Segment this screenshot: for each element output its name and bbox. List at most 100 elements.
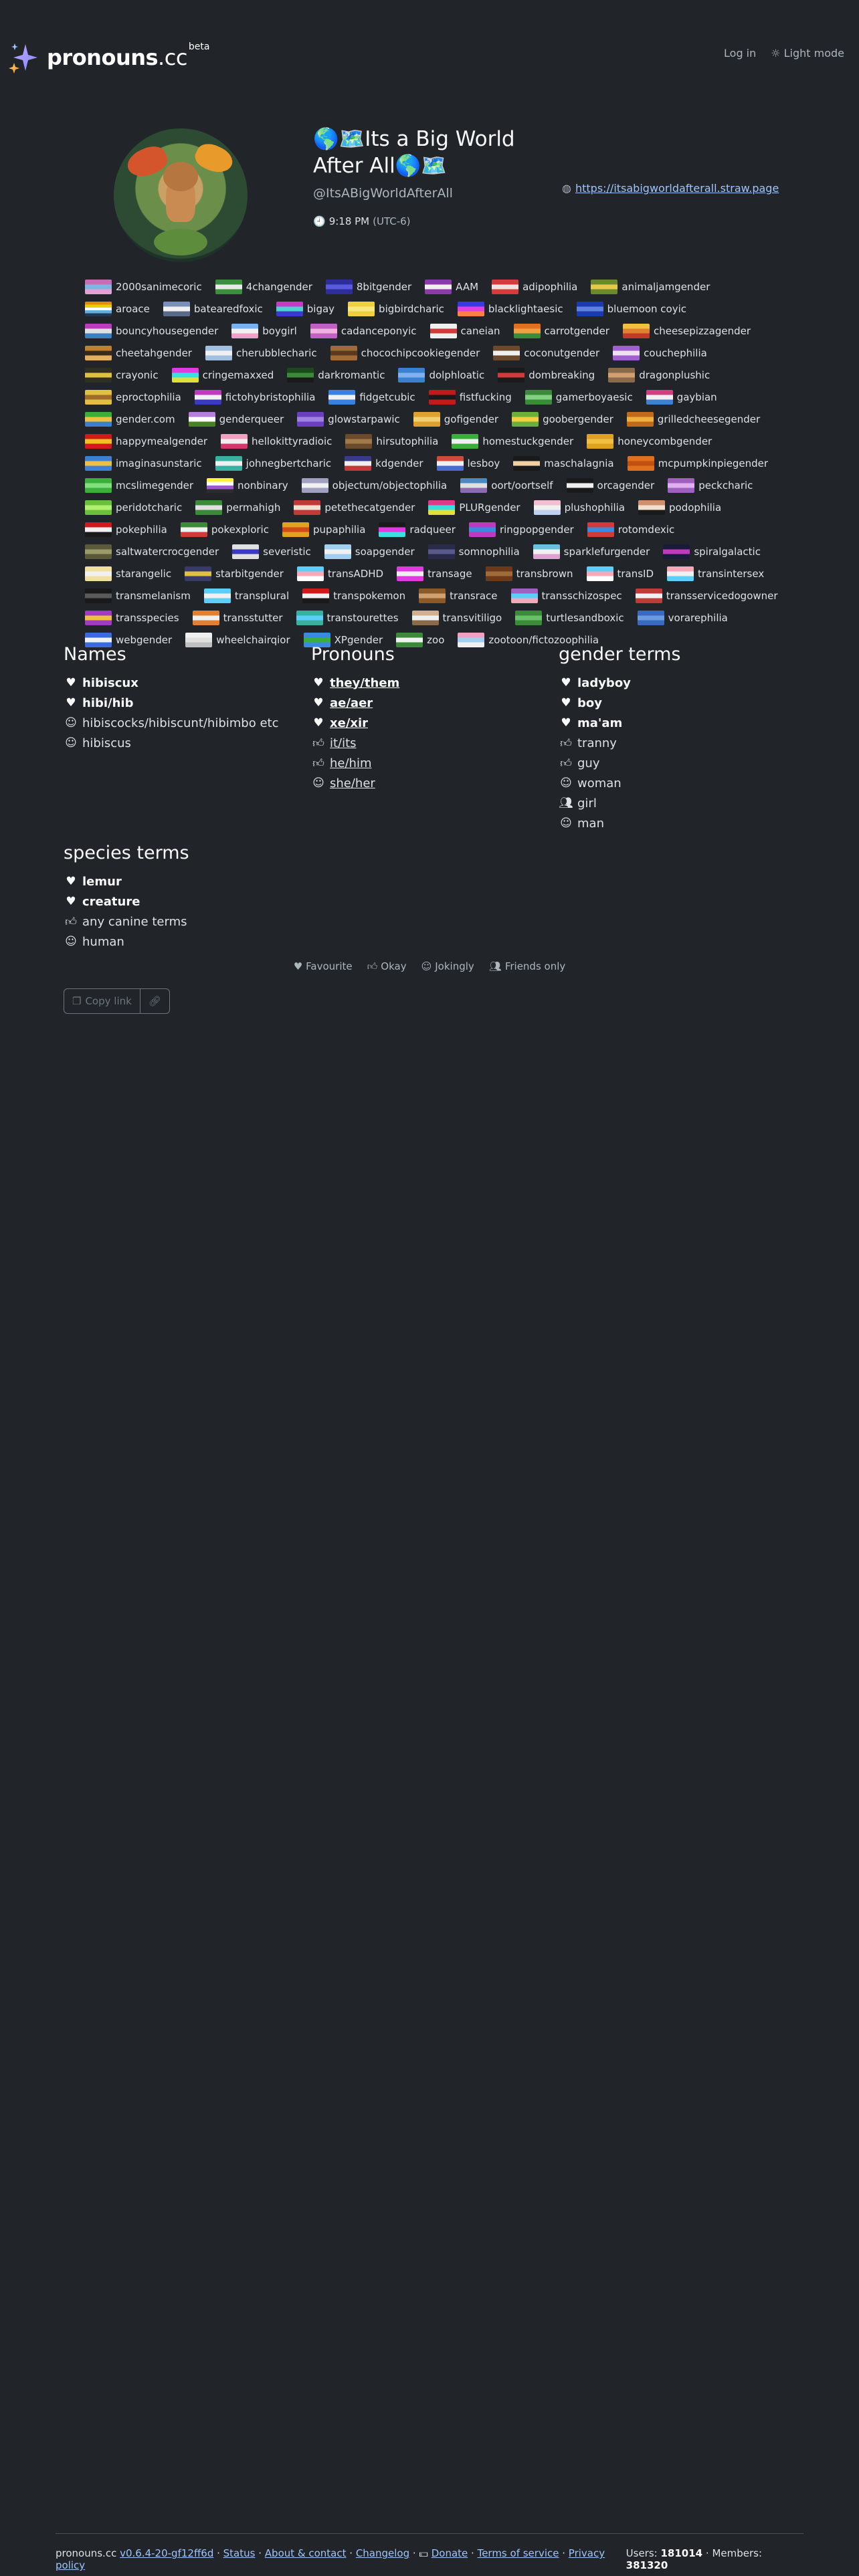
login-link[interactable]: Log in — [724, 47, 756, 60]
flag-item[interactable]: cherubblecharic — [205, 345, 317, 360]
flag-item[interactable]: coconutgender — [493, 345, 599, 360]
flag-item[interactable]: honeycombgender — [587, 433, 712, 449]
flag-item[interactable]: transservicedogowner — [635, 588, 778, 603]
pronoun-entry[interactable]: ♥ ae/aer — [311, 693, 559, 713]
footer-tos-link[interactable]: Terms of service — [478, 2547, 559, 2559]
flag-item[interactable]: saltwatercrocgender — [85, 544, 219, 559]
flag-item[interactable]: transstutter — [192, 610, 283, 625]
flag-item[interactable]: animaljamgender — [591, 279, 710, 294]
flag-item[interactable]: gaybian — [646, 389, 717, 405]
flag-item[interactable]: boygirl — [231, 323, 297, 338]
flag-item[interactable]: plushophilia — [533, 500, 625, 515]
flag-item[interactable]: cheetahgender — [85, 345, 192, 360]
flag-item[interactable]: dolphloatic — [398, 367, 484, 383]
flag-item[interactable]: dombreaking — [498, 367, 595, 383]
flag-item[interactable]: radqueer — [379, 522, 456, 537]
flag-item[interactable]: podophilia — [638, 500, 721, 515]
flag-item[interactable]: cheesepizzagender — [622, 323, 751, 338]
flag-item[interactable]: couchephilia — [613, 345, 707, 360]
flag-item[interactable]: starbitgender — [185, 566, 284, 581]
flag-item[interactable]: maschalagnia — [513, 455, 614, 471]
flag-item[interactable]: peridotcharic — [85, 500, 182, 515]
flag-item[interactable]: cadanceponyic — [310, 323, 417, 338]
flag-item[interactable]: bigay — [276, 301, 335, 316]
flag-item[interactable]: fistfucking — [428, 389, 512, 405]
flag-item[interactable]: peckcharic — [668, 477, 753, 493]
footer-changelog-link[interactable]: Changelog — [356, 2547, 409, 2559]
flag-item[interactable]: sparklefurgender — [533, 544, 650, 559]
flag-item[interactable]: transmelanism — [85, 588, 191, 603]
flag-item[interactable]: happymealgender — [85, 433, 207, 449]
flag-item[interactable]: transID — [586, 566, 654, 581]
flag-item[interactable]: bouncyhousegender — [85, 323, 218, 338]
flag-item[interactable]: glowstarpawic — [297, 411, 400, 427]
flag-item[interactable]: grilledcheesegender — [626, 411, 760, 427]
flag-item[interactable]: bigbirdcharic — [348, 301, 444, 316]
flag-item[interactable]: genderqueer — [188, 411, 284, 427]
flag-item[interactable]: transvitiligo — [411, 610, 502, 625]
profile-link-url[interactable]: https://itsabigworldafterall.straw.page — [575, 182, 779, 195]
flag-item[interactable]: cringemaxxed — [171, 367, 274, 383]
flag-item[interactable]: transbrown — [485, 566, 573, 581]
flag-item[interactable]: transschizospec — [510, 588, 622, 603]
footer-about-link[interactable]: About & contact — [265, 2547, 347, 2559]
flag-item[interactable]: darkromantic — [287, 367, 385, 383]
flag-item[interactable]: somnophilia — [427, 544, 520, 559]
short-link-button[interactable]: 🔗︎ — [140, 988, 170, 1014]
flag-item[interactable]: transADHD — [296, 566, 383, 581]
flag-item[interactable]: soapgender — [324, 544, 415, 559]
flag-item[interactable]: mcslimegender — [85, 477, 193, 493]
flag-item[interactable]: hellokittyradioic — [221, 433, 332, 449]
flag-item[interactable]: petethecatgender — [294, 500, 415, 515]
flag-item[interactable]: 4changender — [215, 279, 312, 294]
flag-item[interactable]: homestuckgender — [452, 433, 573, 449]
flag-item[interactable]: fictohybristophilia — [194, 389, 315, 405]
flag-item[interactable]: imaginasunstaric — [85, 455, 202, 471]
flag-item[interactable]: transintersex — [667, 566, 764, 581]
pronoun-entry[interactable]: ♥ xe/xir — [311, 713, 559, 733]
flag-item[interactable]: crayonic — [85, 367, 159, 383]
theme-toggle[interactable]: ☼ Light mode — [771, 47, 844, 60]
flag-item[interactable]: bluemoon coyic — [576, 301, 686, 316]
flag-item[interactable]: batearedfoxic — [163, 301, 263, 316]
flag-item[interactable]: dragonplushic — [608, 367, 710, 383]
flag-item[interactable]: transtourettes — [296, 610, 399, 625]
flag-item[interactable]: vorarephilia — [637, 610, 728, 625]
flag-item[interactable]: chocochipcookiegender — [330, 345, 480, 360]
flag-item[interactable]: johnegbertcharic — [215, 455, 331, 471]
flag-item[interactable]: permahigh — [195, 500, 280, 515]
pronoun-entry[interactable]: ♥ they/them — [311, 673, 559, 693]
footer-version-link[interactable]: v0.6.4-20-gf12ff6d — [120, 2547, 213, 2559]
flag-item[interactable]: pokephilia — [85, 522, 167, 537]
flag-item[interactable]: caneian — [430, 323, 500, 338]
flag-item[interactable]: PLURgender — [428, 500, 520, 515]
flag-item[interactable]: transage — [397, 566, 472, 581]
flag-item[interactable]: rotomdexic — [587, 522, 674, 537]
flag-item[interactable]: 8bitgender — [325, 279, 411, 294]
flag-item[interactable]: 2000sanimecoric — [85, 279, 202, 294]
flag-item[interactable]: transpokemon — [302, 588, 405, 603]
flag-item[interactable]: pupaphilia — [282, 522, 365, 537]
flag-item[interactable]: mcpumpkinpiegender — [627, 455, 768, 471]
flag-item[interactable]: lesboy — [436, 455, 500, 471]
flag-item[interactable]: transplural — [203, 588, 289, 603]
flag-item[interactable]: turtlesandboxic — [515, 610, 624, 625]
flag-item[interactable]: aroace — [85, 301, 150, 316]
flag-item[interactable]: hirsutophilia — [345, 433, 438, 449]
flag-item[interactable]: pokexploric — [180, 522, 269, 537]
flag-item[interactable]: fidgetcubic — [328, 389, 415, 405]
pronoun-entry[interactable]: 👍︎ it/its — [311, 733, 559, 753]
flag-item[interactable]: gamerboyaesic — [524, 389, 633, 405]
flag-item[interactable]: objectum/objectophilia — [301, 477, 447, 493]
pronoun-entry[interactable]: ☺ she/her — [311, 773, 559, 793]
flag-item[interactable]: adipophilia — [492, 279, 577, 294]
footer-status-link[interactable]: Status — [223, 2547, 256, 2559]
flag-item[interactable]: carrotgender — [513, 323, 609, 338]
flag-item[interactable]: starangelic — [85, 566, 171, 581]
flag-item[interactable]: blacklightaesic — [457, 301, 563, 316]
flag-item[interactable]: oort/oortself — [460, 477, 553, 493]
flag-item[interactable]: ringpopgender — [468, 522, 574, 537]
flag-item[interactable]: AAM — [425, 279, 478, 294]
pronoun-entry[interactable]: 👍︎ he/him — [311, 753, 559, 773]
footer-donate-link[interactable]: Donate — [432, 2547, 468, 2559]
